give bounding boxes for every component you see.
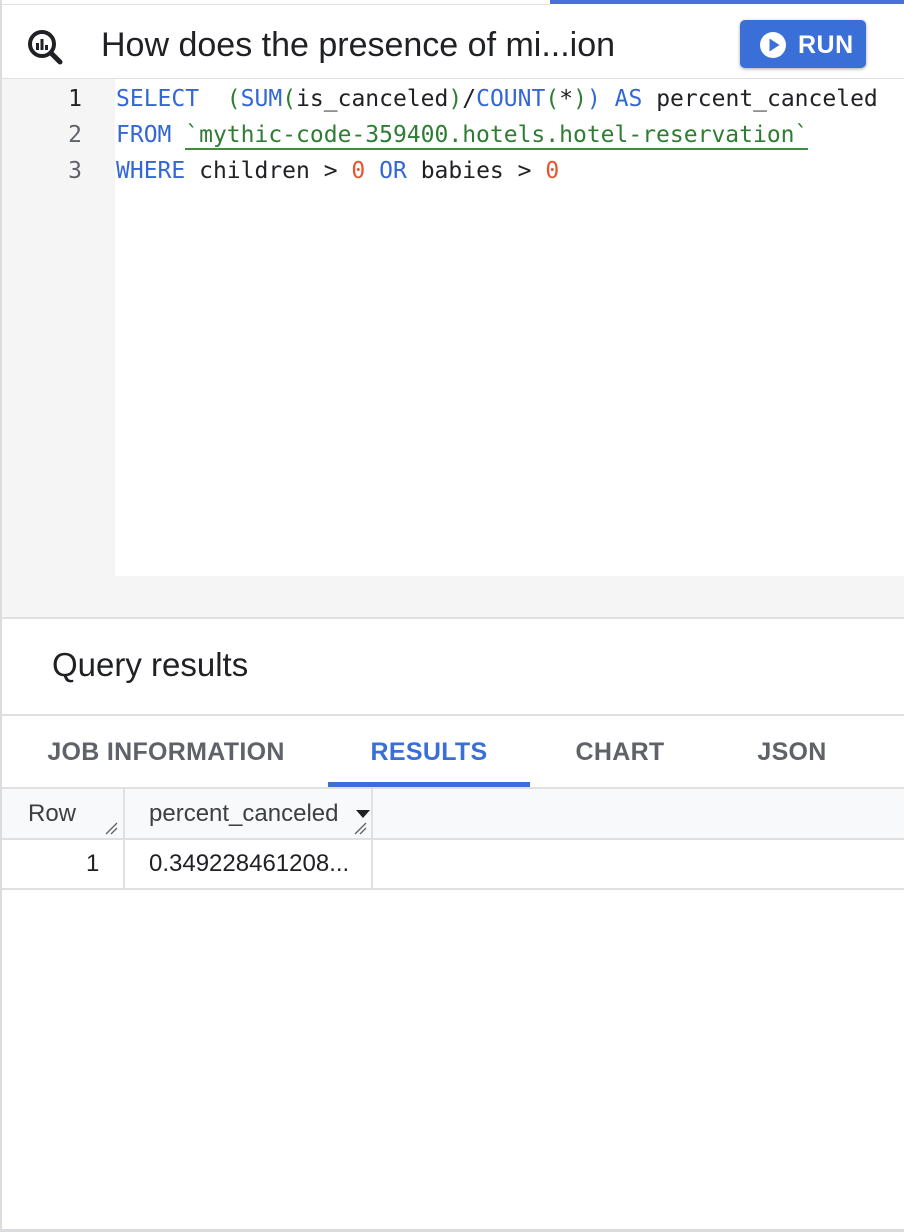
- sql-editor[interactable]: 1 SELECT (SUM(is_canceled)/COUNT(*)) AS p…: [2, 79, 904, 619]
- column-divider: [123, 789, 125, 889]
- line-number: 2: [68, 122, 82, 148]
- results-title: Query results: [52, 646, 249, 683]
- code-token: SUM: [240, 86, 283, 112]
- line-number: 3: [68, 158, 82, 184]
- table-row: 1 0.349228461208...: [2, 840, 904, 890]
- run-button-label: RUN: [798, 31, 854, 59]
- results-tabs: JOB INFORMATION RESULTS CHART JSON: [2, 716, 904, 788]
- code-token: (: [545, 86, 560, 112]
- code-token: 0: [545, 158, 560, 184]
- line-number: 1: [68, 86, 82, 112]
- code-line[interactable]: 3 WHERE children > 0 OR babies > 0: [2, 153, 904, 189]
- play-circle-icon: [760, 32, 786, 58]
- table-header: Row percent_canceled: [2, 789, 904, 840]
- code-text[interactable]: SELECT (SUM(is_canceled)/COUNT(*)) AS pe…: [116, 81, 878, 117]
- tab-json[interactable]: JSON: [722, 716, 862, 788]
- code-token: OR: [379, 158, 407, 184]
- code-token: ): [586, 86, 601, 112]
- tab-job-information[interactable]: JOB INFORMATION: [28, 716, 304, 788]
- code-token: FROM: [116, 122, 172, 148]
- code-token: is_canceled: [296, 86, 449, 112]
- code-token: (: [226, 86, 241, 112]
- column-resize-handle-icon[interactable]: [104, 821, 118, 835]
- code-text[interactable]: WHERE children > 0 OR babies > 0: [116, 153, 559, 189]
- column-divider: [371, 789, 373, 889]
- column-header-row: Row: [28, 800, 77, 827]
- code-text[interactable]: FROM `mythic-code-359400.hotels.hotel-re…: [116, 117, 809, 153]
- code-token: COUNT: [476, 86, 546, 112]
- code-token: WHERE: [116, 158, 186, 184]
- cell-row-number: 1: [86, 850, 100, 877]
- column-resize-handle-icon[interactable]: [353, 821, 367, 835]
- tab-chart[interactable]: CHART: [550, 716, 690, 788]
- query-title: How does the presence of mi...ion: [101, 26, 616, 64]
- code-token: (: [282, 86, 297, 112]
- code-line[interactable]: 1 SELECT (SUM(is_canceled)/COUNT(*)) AS p…: [2, 81, 904, 117]
- run-button[interactable]: RUN: [740, 20, 866, 68]
- code-token: ): [448, 86, 463, 112]
- code-token: SELECT: [116, 86, 200, 112]
- sort-desc-arrow-icon[interactable]: [356, 810, 370, 818]
- tab-results[interactable]: RESULTS: [328, 716, 530, 788]
- code-line[interactable]: 2 FROM `mythic-code-359400.hotels.hotel-r…: [2, 117, 904, 153]
- query-header: How does the presence of mi...ion RUN: [2, 5, 904, 79]
- bigquery-search-icon: [28, 30, 63, 65]
- code-token: percent_canceled: [642, 86, 878, 112]
- column-header-percent-canceled[interactable]: percent_canceled: [149, 789, 338, 838]
- code-token: *: [559, 86, 574, 112]
- tab-active-indicator: [550, 0, 904, 4]
- code-token: ): [573, 86, 587, 112]
- code-token: /: [462, 86, 477, 112]
- code-token: AS: [614, 86, 643, 112]
- code-token: babies >: [406, 158, 546, 184]
- query-page: How does the presence of mi...ion RUN 1 S…: [0, 0, 904, 1232]
- code-token: 0: [351, 158, 366, 184]
- code-token: children >: [185, 158, 352, 184]
- code-token: `mythic-code-359400.hotels.hotel-reserva…: [185, 122, 809, 150]
- cell-percent-canceled[interactable]: 0.349228461208...: [149, 840, 349, 888]
